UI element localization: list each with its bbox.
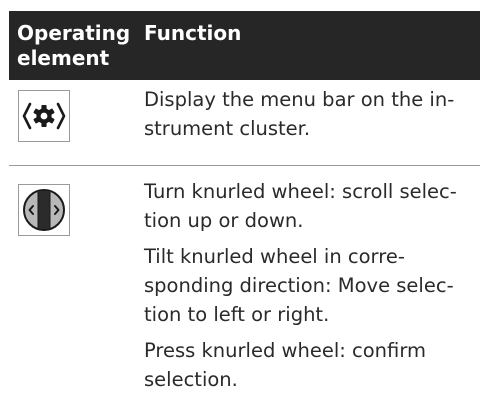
operating-element-cell <box>9 80 136 166</box>
function-description: Tilt knurled wheel in corre-sponding dir… <box>144 245 454 326</box>
function-description: Press knurled wheel: confirm selection. <box>144 339 426 391</box>
function-description: Turn knurled wheel: scroll selec-tion up… <box>144 180 457 232</box>
knurled-wheel-symbol <box>18 184 70 236</box>
column-header-function: Function <box>144 21 242 45</box>
table-row: Display the menu bar on the in-strument … <box>9 80 480 166</box>
settings-gear-icon <box>22 102 66 130</box>
table-header: Operating element Function <box>9 11 480 80</box>
column-header-operating-element: Operating element <box>17 21 131 70</box>
knurled-wheel-icon <box>23 189 65 231</box>
function-description: Display the menu bar on the in-strument … <box>144 88 455 140</box>
operating-elements-table: Operating element Function Display the m… <box>9 11 480 401</box>
table-row: Turn knurled wheel: scroll selec-tion up… <box>9 166 480 402</box>
manual-page: Operating element Function Display the m… <box>0 0 486 408</box>
function-cell: Display the menu bar on the in-strument … <box>136 80 480 166</box>
table-body: Display the menu bar on the in-strument … <box>9 80 480 401</box>
table-header-row: Operating element Function <box>9 11 480 80</box>
operating-element-cell <box>9 166 136 402</box>
function-cell: Turn knurled wheel: scroll selec-tion up… <box>136 166 480 402</box>
settings-button-symbol <box>18 90 70 142</box>
